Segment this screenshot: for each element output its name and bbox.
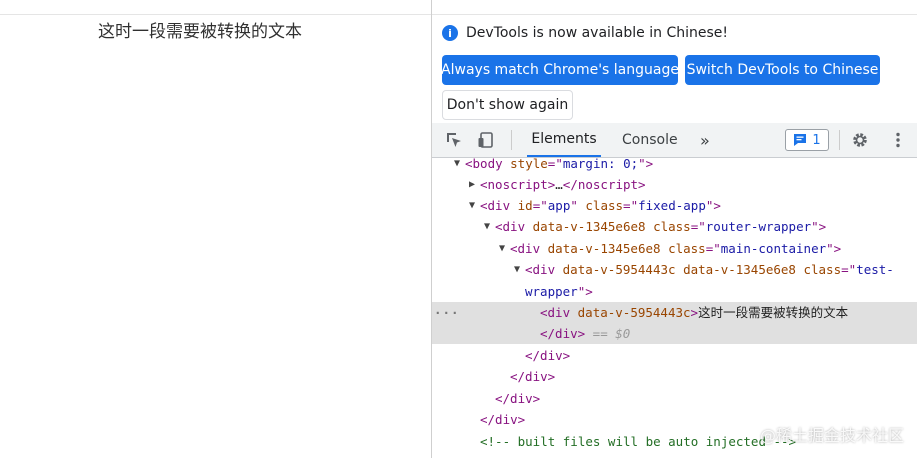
tab-elements[interactable]: Elements — [527, 123, 601, 157]
toolbar-separator — [839, 130, 840, 150]
page-divider — [0, 14, 431, 15]
dom-node-test-wrapper[interactable]: ▼ <div data-v-5954443c data-v-1345e6e8 c… — [432, 259, 917, 280]
inspect-element-icon[interactable] — [444, 130, 464, 150]
dom-close-tag[interactable]: </div> — [432, 345, 917, 366]
expand-triangle-icon[interactable]: ▼ — [467, 452, 477, 458]
dom-node-body[interactable]: ▼ <body style="margin: 0;"> — [432, 153, 917, 174]
settings-gear-icon[interactable] — [850, 130, 870, 150]
dom-node-app[interactable]: ▼ <div id="app" class="fixed-app"> — [432, 195, 917, 216]
expand-triangle-icon[interactable]: ▼ — [452, 153, 462, 174]
dom-close-tag[interactable]: </div> — [432, 388, 917, 409]
more-tabs-icon[interactable]: » — [700, 123, 710, 157]
expand-triangle-icon[interactable]: ▼ — [467, 195, 477, 216]
dom-node-main-container[interactable]: ▼ <div data-v-1345e6e8 class="main-conta… — [432, 238, 917, 259]
expand-triangle-icon[interactable]: ▼ — [497, 238, 507, 259]
dom-node-router-wrapper[interactable]: ▼ <div data-v-1345e6e8 class="router-wra… — [432, 216, 917, 237]
issues-button[interactable]: 1 — [785, 129, 829, 151]
expand-triangle-icon[interactable]: ▼ — [512, 259, 522, 280]
infobar-message: DevTools is now available in Chinese! — [466, 25, 728, 41]
tab-console[interactable]: Console — [622, 123, 678, 157]
info-icon: i — [442, 25, 458, 41]
dom-tree: ▼ <body style="margin: 0;"> ▶ <noscript>… — [432, 156, 917, 458]
dom-node-test-wrapper-cont: wrapper"> — [525, 284, 593, 299]
switch-to-chinese-button[interactable]: Switch DevTools to Chinese — [685, 55, 880, 85]
dom-close-tag[interactable]: </div> — [432, 366, 917, 387]
page-viewport: 这时一段需要被转换的文本 — [0, 0, 431, 458]
issues-count: 1 — [812, 132, 821, 148]
devtools-panel: i DevTools is now available in Chinese! … — [431, 0, 917, 458]
dont-show-again-button[interactable]: Don't show again — [442, 90, 573, 120]
dom-node-selected-close[interactable]: </div> == $0 — [432, 323, 917, 344]
language-infobar: i DevTools is now available in Chinese! … — [432, 14, 917, 124]
dom-node-selected[interactable]: ··· <div data-v-5954443c>这时一段需要被转换的文本 — [432, 302, 917, 323]
toolbar-separator — [511, 130, 512, 150]
watermark: @稀土掘金技术社区 — [759, 426, 904, 445]
device-toolbar-icon[interactable] — [476, 130, 496, 150]
expand-triangle-icon[interactable]: ▼ — [482, 216, 492, 237]
page-text: 这时一段需要被转换的文本 — [98, 22, 302, 42]
collapsed-triangle-icon[interactable]: ▶ — [467, 174, 477, 195]
more-options-icon[interactable] — [888, 130, 908, 150]
issues-icon — [794, 134, 807, 146]
always-match-language-button[interactable]: Always match Chrome's language — [441, 55, 679, 85]
more-actions-icon[interactable]: ··· — [434, 302, 460, 323]
dom-node-partial[interactable]: ▼ — [432, 452, 917, 458]
dom-node-noscript[interactable]: ▶ <noscript>…</noscript> — [432, 174, 917, 195]
